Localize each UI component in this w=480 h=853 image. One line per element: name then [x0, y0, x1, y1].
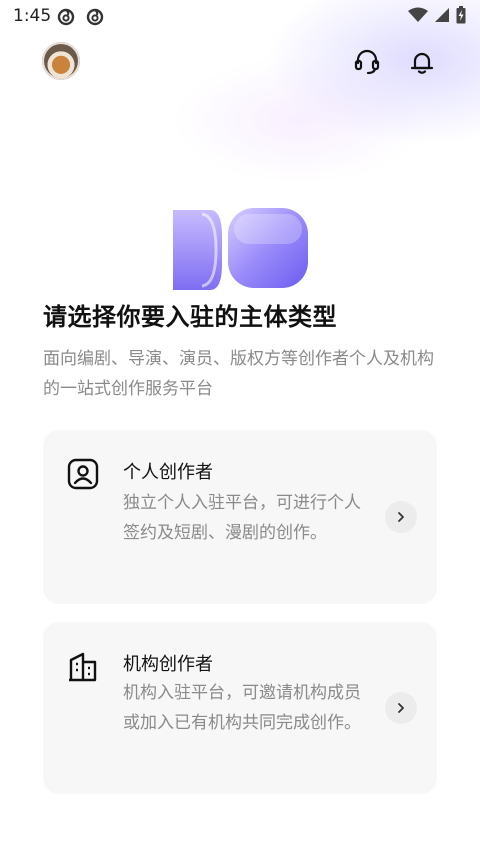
chevron-right-icon [398, 703, 404, 713]
card-title: 机构创作者 [123, 654, 213, 675]
status-time: 1:45 [13, 6, 52, 26]
institution-creator-card[interactable]: 机构创作者 机构入驻平台，可邀请机构成员或加入已有机构共同完成创作。 [43, 622, 437, 794]
netease-music-icon [57, 8, 75, 26]
netease-music-icon-2 [86, 8, 104, 26]
building-icon [69, 652, 97, 682]
card-arrow-button[interactable] [385, 501, 417, 533]
brand-logo-icon [173, 208, 308, 290]
page-title: 请选择你要入驻的主体类型 [43, 303, 337, 331]
person-icon [67, 458, 99, 490]
app-header [0, 40, 480, 84]
avatar[interactable] [42, 42, 80, 80]
cell-signal-icon [435, 8, 449, 22]
page-subtitle: 面向编剧、导演、演员、版权方等创作者个人及机构的一站式创作服务平台 [43, 349, 434, 399]
card-description: 独立个人入驻平台，可进行个人签约及短剧、漫剧的创作。 [123, 493, 361, 543]
card-description: 机构入驻平台，可邀请机构成员或加入已有机构共同完成创作。 [123, 683, 361, 733]
card-arrow-button[interactable] [385, 692, 417, 724]
headset-icon[interactable] [353, 48, 381, 76]
status-indicators [408, 6, 466, 24]
status-bar: 1:45 [0, 0, 480, 34]
individual-creator-card[interactable]: 个人创作者 独立个人入驻平台，可进行个人签约及短剧、漫剧的创作。 [43, 430, 437, 604]
bell-icon[interactable] [408, 48, 436, 76]
battery-charging-icon [456, 6, 466, 24]
chevron-right-icon [398, 512, 404, 522]
card-title: 个人创作者 [123, 462, 213, 483]
wifi-icon [408, 7, 428, 22]
background-glow [0, 0, 480, 240]
